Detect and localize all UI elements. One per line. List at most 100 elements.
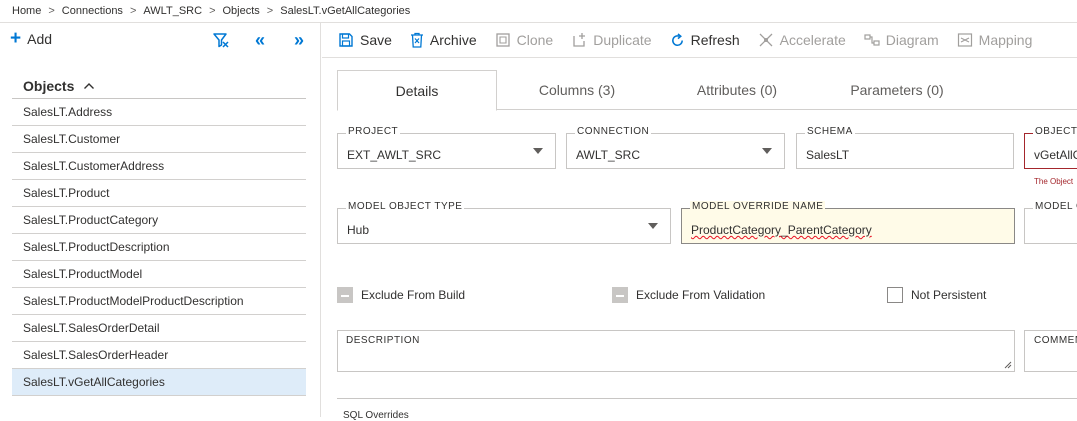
refresh-button[interactable]: Refresh	[670, 32, 740, 48]
project-dropdown[interactable]: PROJECT EXT_AWLT_SRC	[337, 126, 556, 169]
object-name-value: vGetAllC	[1034, 148, 1077, 162]
list-item[interactable]: SalesLT.CustomerAddress	[12, 153, 306, 180]
chevron-up-icon	[84, 82, 95, 89]
connection-label: CONNECTION	[575, 126, 652, 137]
double-chevron-left-icon[interactable]: «	[255, 30, 265, 51]
clone-button[interactable]: Clone	[495, 32, 554, 48]
diagram-label: Diagram	[885, 32, 939, 48]
exclude-from-validation-label: Exclude From Validation	[636, 288, 766, 302]
project-value: EXT_AWLT_SRC	[347, 148, 442, 162]
model-override-name-label: MODEL OVERRIDE NAME	[690, 201, 826, 212]
clone-icon	[495, 33, 510, 47]
chevron-down-icon	[762, 148, 772, 154]
mapping-button[interactable]: Mapping	[957, 32, 1033, 48]
schema-field[interactable]: SCHEMA SalesLT	[796, 126, 1014, 169]
filter-clear-icon[interactable]	[212, 31, 230, 49]
breadcrumb-current: SalesLT.vGetAllCategories	[280, 5, 411, 17]
list-item[interactable]: SalesLT.ProductModel	[12, 261, 306, 288]
breadcrumb-connections[interactable]: Connections	[62, 5, 123, 17]
mapping-icon	[957, 33, 972, 47]
plus-icon: +	[10, 28, 22, 49]
chevron-down-icon	[533, 148, 543, 154]
list-item[interactable]: SalesLT.Customer	[12, 126, 306, 153]
checkbox-indeterminate-icon	[612, 287, 628, 303]
object-name-error: The Object	[1034, 177, 1074, 186]
save-button[interactable]: Save	[338, 32, 392, 48]
accelerate-button[interactable]: Accelerate	[758, 32, 846, 48]
project-label: PROJECT	[346, 126, 401, 137]
duplicate-icon	[573, 33, 586, 47]
save-icon	[339, 33, 353, 47]
list-item[interactable]: SalesLT.ProductDescription	[12, 234, 306, 261]
model-object-type-dropdown[interactable]: MODEL OBJECT TYPE Hub	[337, 201, 671, 244]
breadcrumb-connection[interactable]: AWLT_SRC	[143, 5, 202, 17]
list-item[interactable]: SalesLT.SalesOrderDetail	[12, 315, 306, 342]
model-override-name-value: ProductCategory_ParentCategory	[691, 223, 872, 237]
resize-grip-icon[interactable]	[1004, 361, 1012, 369]
exclude-from-build-checkbox[interactable]: Exclude From Build	[337, 287, 465, 303]
tab-columns[interactable]: Columns (3)	[497, 70, 657, 110]
description-textarea[interactable]: DESCRIPTION	[337, 330, 1015, 372]
refresh-label: Refresh	[690, 32, 740, 48]
duplicate-label: Duplicate	[593, 32, 652, 48]
add-label: Add	[27, 31, 53, 47]
list-item[interactable]: SalesLT.Address	[12, 99, 306, 126]
model-object-type-label: MODEL OBJECT TYPE	[346, 201, 465, 212]
list-item[interactable]: SalesLT.ProductCategory	[12, 207, 306, 234]
schema-value: SalesLT	[806, 148, 850, 162]
command-bar: Save Archive Clone Duplicate Refresh Acc…	[322, 23, 1077, 58]
list-item[interactable]: SalesLT.Product	[12, 180, 306, 207]
chevron-right-icon: >	[266, 5, 274, 17]
mapping-label: Mapping	[978, 32, 1033, 48]
divider	[337, 398, 1077, 399]
model-group-field[interactable]: MODEL G	[1024, 201, 1077, 244]
comment-textarea[interactable]: COMMEN	[1024, 330, 1077, 372]
list-item[interactable]: SalesLT.ProductModelProductDescription	[12, 288, 306, 315]
double-chevron-right-icon[interactable]: »	[294, 30, 304, 51]
schema-label: SCHEMA	[805, 126, 855, 137]
object-name-label: OBJECT N	[1033, 126, 1077, 137]
breadcrumb-objects[interactable]: Objects	[223, 5, 260, 17]
save-label: Save	[360, 32, 392, 48]
archive-label: Archive	[429, 32, 477, 48]
tab-parameters[interactable]: Parameters (0)	[817, 70, 977, 110]
tab-details[interactable]: Details	[337, 70, 497, 111]
connection-dropdown[interactable]: CONNECTION AWLT_SRC	[566, 126, 785, 169]
archive-button[interactable]: Archive	[410, 32, 477, 48]
refresh-icon	[671, 32, 683, 46]
chevron-down-icon	[648, 223, 658, 229]
model-object-type-value: Hub	[347, 223, 370, 237]
diagram-icon	[864, 34, 880, 46]
tab-bar: Details Columns (3) Attributes (0) Param…	[337, 70, 1077, 111]
exclude-from-build-label: Exclude From Build	[361, 288, 466, 302]
checkbox-empty-icon	[887, 287, 903, 303]
sql-overrides-label: SQL Overrides	[343, 410, 409, 421]
left-toolbar: + Add « »	[0, 23, 320, 58]
list-item[interactable]: SalesLT.SalesOrderHeader	[12, 342, 306, 369]
object-list: SalesLT.Address SalesLT.Customer SalesLT…	[12, 99, 306, 396]
not-persistent-checkbox[interactable]: Not Persistent	[887, 287, 986, 303]
exclude-from-validation-checkbox[interactable]: Exclude From Validation	[612, 287, 765, 303]
object-name-field[interactable]: OBJECT N vGetAllC	[1024, 126, 1077, 169]
objects-title: Objects	[23, 77, 75, 94]
chevron-right-icon: >	[209, 5, 216, 17]
chevron-right-icon: >	[48, 5, 55, 17]
chevron-right-icon: >	[129, 5, 137, 17]
model-group-label: MODEL G	[1033, 201, 1077, 212]
checkbox-indeterminate-icon	[337, 287, 353, 303]
list-item-selected[interactable]: SalesLT.vGetAllCategories	[12, 369, 306, 396]
trash-icon	[410, 32, 423, 48]
connection-value: AWLT_SRC	[576, 148, 641, 162]
clone-label: Clone	[516, 32, 554, 48]
breadcrumb-home[interactable]: Home	[12, 5, 41, 17]
tab-attributes[interactable]: Attributes (0)	[657, 70, 817, 110]
duplicate-button[interactable]: Duplicate	[571, 32, 652, 48]
breadcrumb: Home > Connections > AWLT_SRC > Objects …	[0, 0, 1077, 22]
model-override-name-input[interactable]: MODEL OVERRIDE NAME ProductCategory_Pare…	[681, 201, 1015, 244]
objects-header[interactable]: Objects	[12, 73, 306, 99]
description-label: DESCRIPTION	[346, 335, 420, 346]
diagram-button[interactable]: Diagram	[864, 32, 939, 48]
accelerate-icon	[759, 33, 773, 47]
object-list-pane: + Add « » Objects SalesLT.Address SalesL…	[0, 23, 321, 417]
add-button[interactable]: + Add	[10, 28, 53, 49]
